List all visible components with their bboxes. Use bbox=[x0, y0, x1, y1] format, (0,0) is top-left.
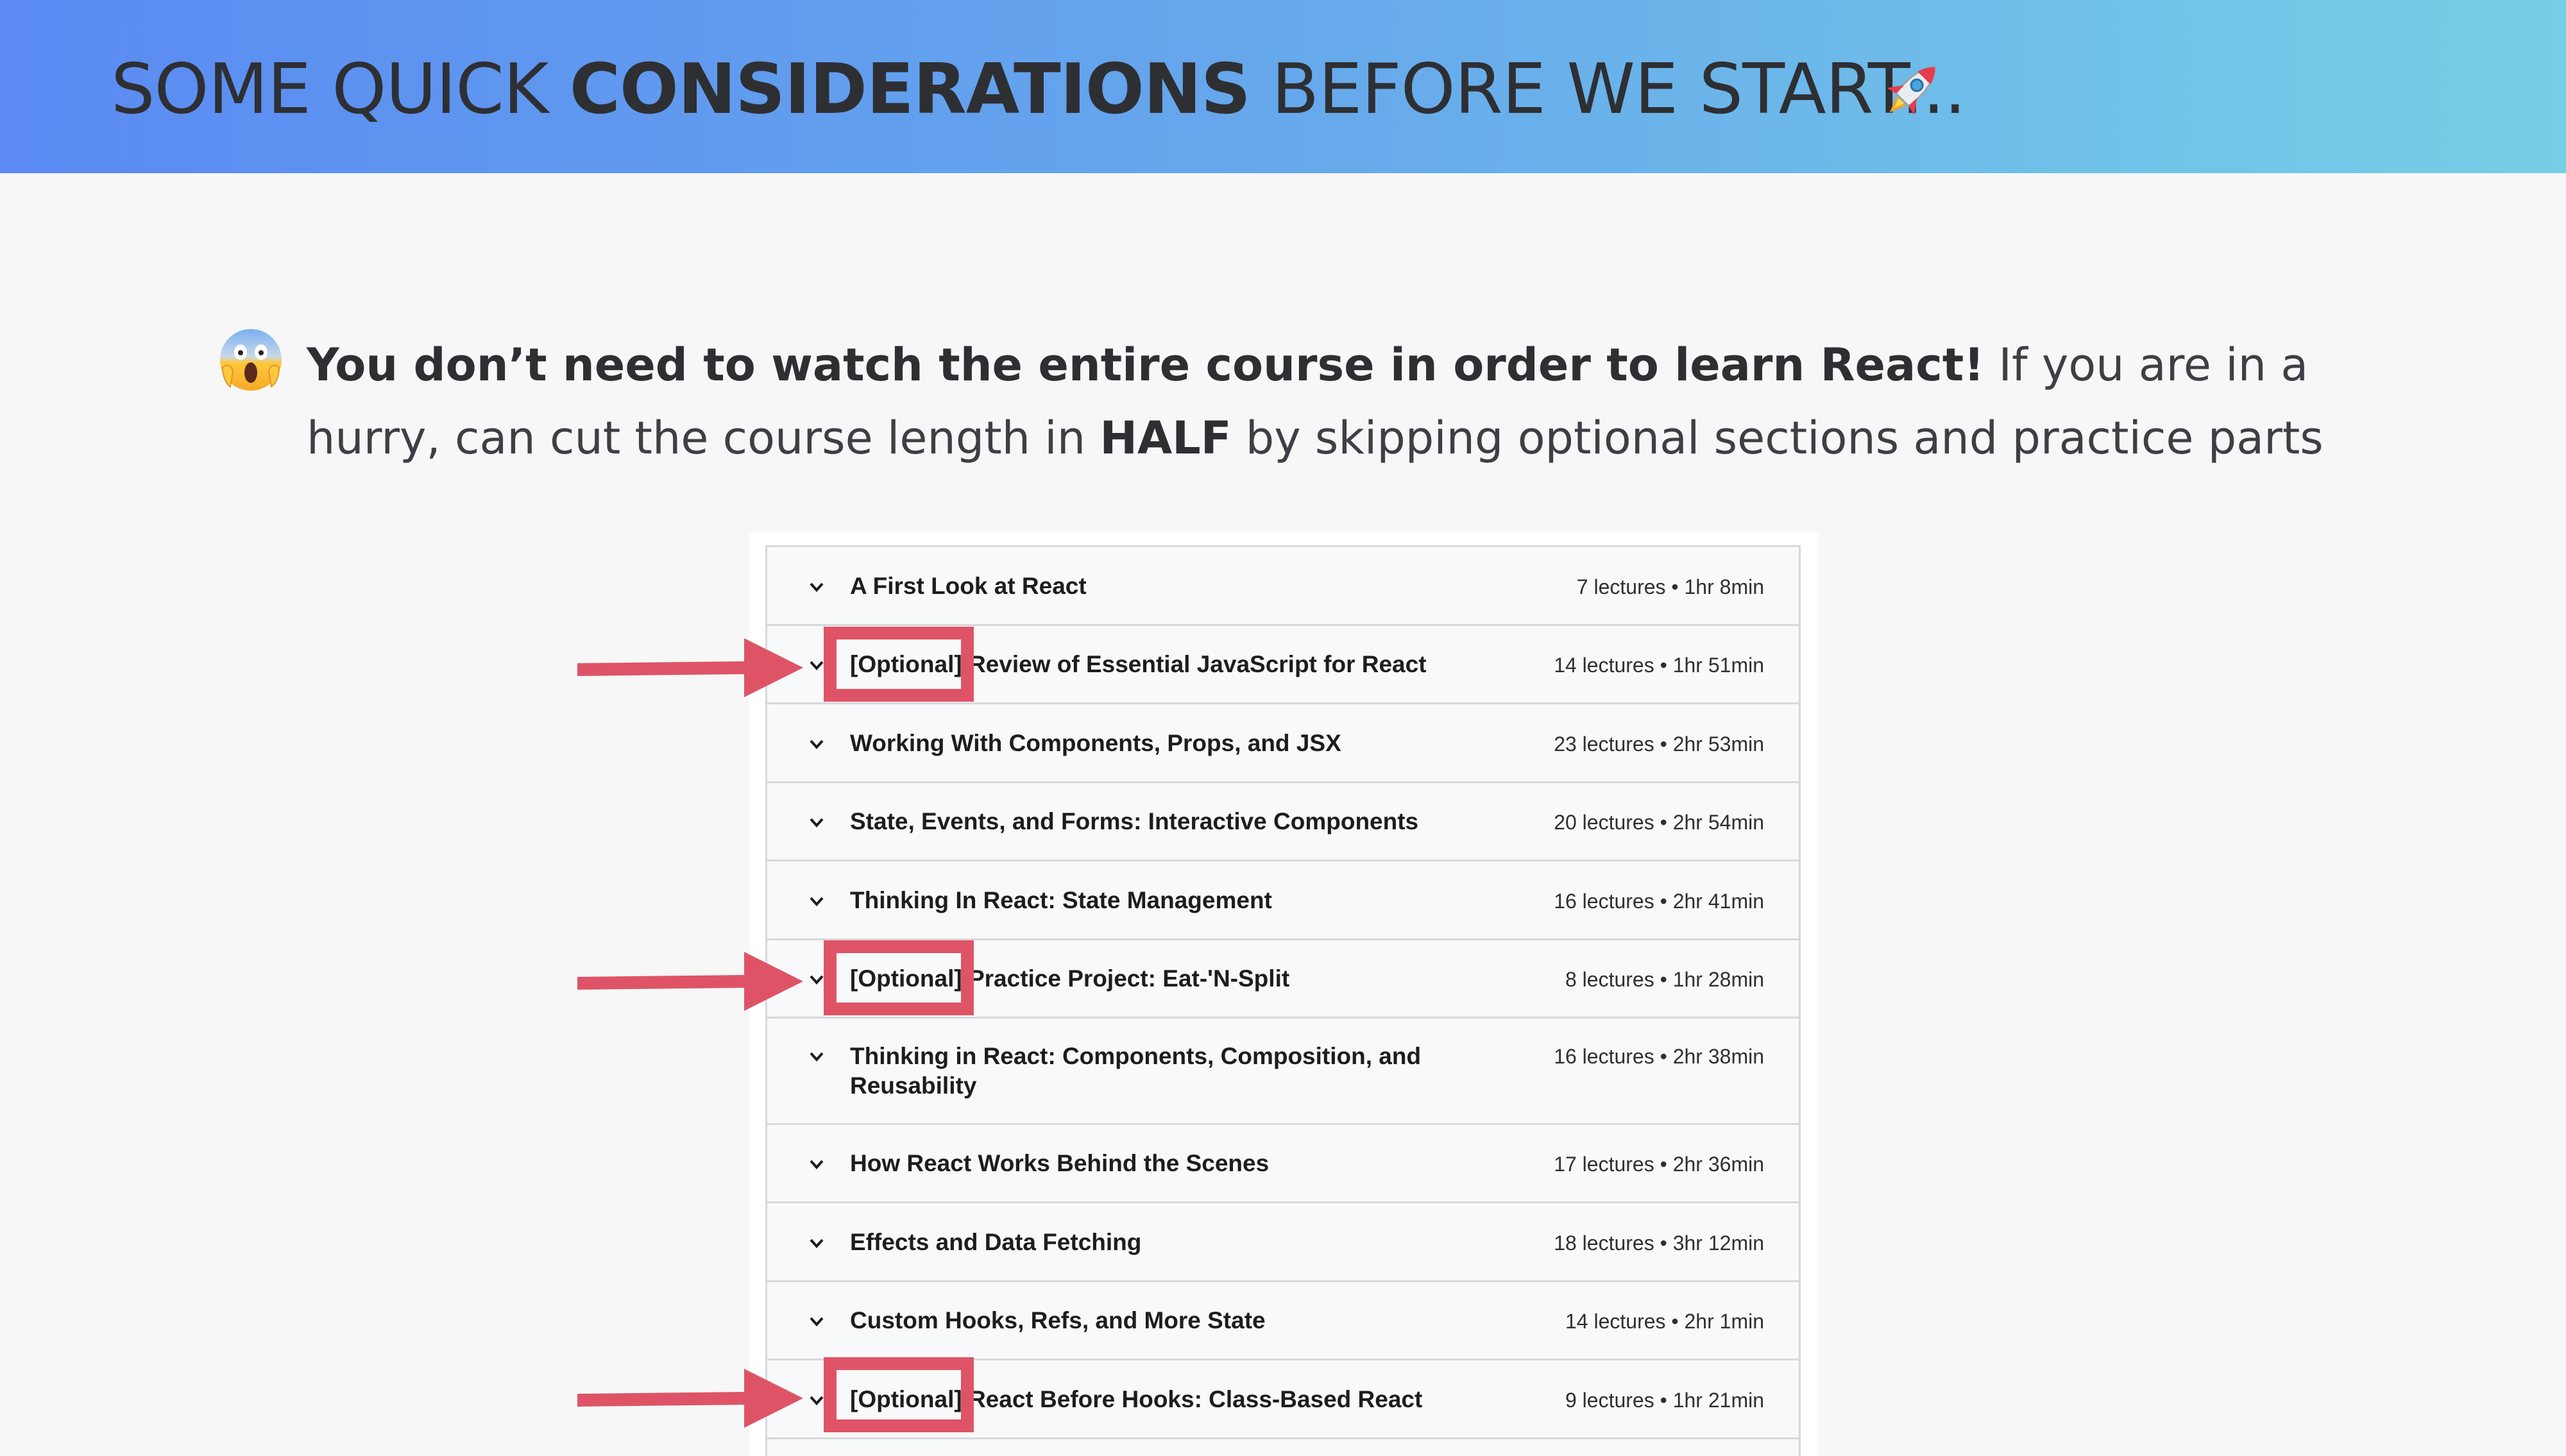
section-title: A First Look at React bbox=[850, 573, 1087, 599]
section-title: Effects and Data Fetching bbox=[850, 1229, 1142, 1255]
section-meta: 16 lectures • 2hr 38min bbox=[1554, 1045, 1764, 1068]
arrow-right-icon bbox=[577, 952, 803, 1011]
chevron-down-icon[interactable] bbox=[807, 1155, 826, 1174]
section-meta: 7 lectures • 1hr 8min bbox=[1576, 575, 1764, 598]
chevron-down-icon[interactable] bbox=[807, 1312, 826, 1331]
section-meta: 8 lectures • 1hr 28min bbox=[1565, 968, 1764, 991]
optional-highlight-box bbox=[824, 940, 974, 1015]
section-meta: 20 lectures • 2hr 54min bbox=[1554, 811, 1764, 834]
section-title: How React Works Behind the Scenes bbox=[850, 1150, 1270, 1176]
slide-header: SOME QUICK CONSIDERATIONS BEFORE WE STAR… bbox=[0, 0, 2566, 173]
chevron-down-icon[interactable] bbox=[807, 1047, 826, 1066]
face-screaming-icon bbox=[220, 329, 282, 391]
section-title: Custom Hooks, Refs, and More State bbox=[850, 1307, 1266, 1333]
section-row[interactable]: A First Look at React 7 lectures • 1hr 8… bbox=[767, 547, 1799, 626]
section-meta: 17 lectures • 2hr 36min bbox=[1554, 1153, 1764, 1176]
section-title: State, Events, and Forms: Interactive Co… bbox=[850, 808, 1419, 834]
section-meta: 14 lectures • 2hr 1min bbox=[1565, 1310, 1764, 1333]
section-row[interactable]: How React Works Behind the Scenes 17 lec… bbox=[767, 1125, 1799, 1203]
optional-highlight-box bbox=[824, 1357, 974, 1432]
section-meta: 16 lectures • 2hr 41min bbox=[1554, 890, 1764, 913]
section-meta: 9 lectures • 1hr 21min bbox=[1565, 1389, 1764, 1412]
section-row[interactable]: Thinking in React: Components, Compositi… bbox=[767, 1019, 1799, 1125]
chevron-down-icon[interactable] bbox=[807, 734, 826, 754]
section-row[interactable]: State, Events, and Forms: Interactive Co… bbox=[767, 783, 1799, 861]
section-row[interactable]: Thinking In React: State Management 16 l… bbox=[767, 861, 1799, 940]
intro-paragraph: You don’t need to watch the entire cours… bbox=[307, 339, 2324, 464]
rocket-icon bbox=[1887, 66, 1936, 115]
section-title: Thinking in React: Components, Compositi… bbox=[850, 1043, 1422, 1099]
chevron-down-icon[interactable] bbox=[807, 1233, 826, 1253]
section-meta: 18 lectures • 3hr 12min bbox=[1554, 1232, 1764, 1255]
section-row[interactable]: Working With Components, Props, and JSX … bbox=[767, 704, 1799, 783]
slide-title: SOME QUICK CONSIDERATIONS BEFORE WE STAR… bbox=[111, 49, 1966, 130]
chevron-down-icon[interactable] bbox=[807, 892, 826, 911]
section-row[interactable]: Effects and Data Fetching 18 lectures • … bbox=[767, 1203, 1799, 1282]
section-meta: 23 lectures • 2hr 53min bbox=[1554, 732, 1764, 756]
chevron-down-icon[interactable] bbox=[807, 813, 826, 832]
arrow-right-icon bbox=[577, 1369, 803, 1428]
section-meta: 14 lectures • 1hr 51min bbox=[1554, 654, 1764, 677]
chevron-down-icon[interactable] bbox=[807, 577, 826, 597]
section-title: Working With Components, Props, and JSX bbox=[850, 730, 1341, 756]
optional-highlight-box bbox=[824, 627, 974, 702]
section-row[interactable]: Custom Hooks, Refs, and More State 14 le… bbox=[767, 1282, 1799, 1360]
section-title: Thinking In React: State Management bbox=[850, 887, 1272, 913]
arrow-right-icon bbox=[577, 638, 803, 697]
